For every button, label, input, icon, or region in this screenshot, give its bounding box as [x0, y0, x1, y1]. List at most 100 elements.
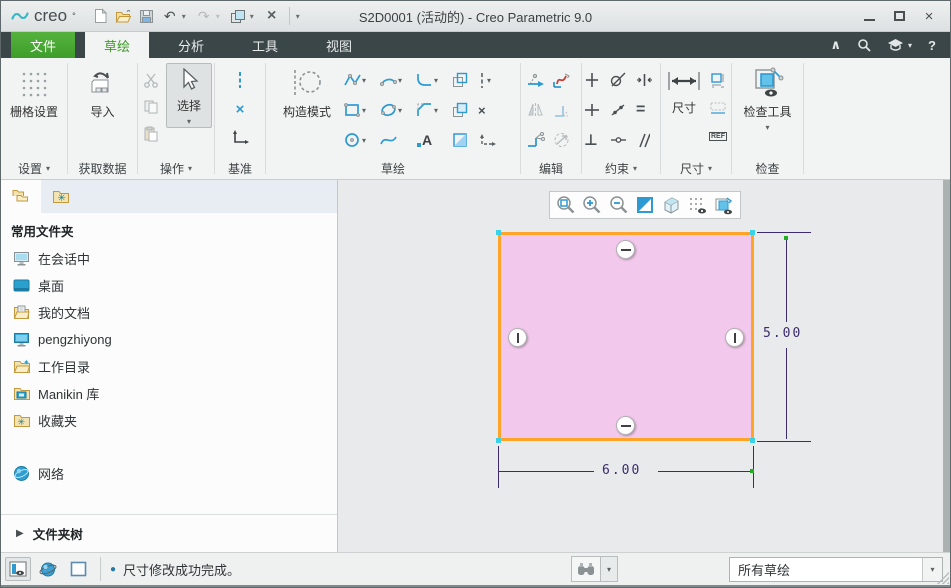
tangent-constraint-button[interactable] [608, 72, 634, 88]
sidebar-item-my-documents[interactable]: 我的文档 [1, 299, 337, 326]
coordinate-system-button[interactable] [229, 128, 251, 148]
perpendicular-constraint-button[interactable]: ⊥ [582, 131, 608, 149]
horizontal-constraint-button[interactable] [582, 102, 608, 118]
undo-dropdown-arrow[interactable]: ▾ [182, 12, 192, 21]
ellipse-dropdown-arrow[interactable]: ▾ [398, 106, 402, 115]
dimension-box-button[interactable] [707, 70, 729, 90]
tab-file[interactable]: 文件 [11, 32, 75, 58]
dim-endpoint-dot[interactable] [784, 236, 788, 240]
zoom-out-button[interactable] [607, 193, 631, 217]
construction-mode-button[interactable]: 构造模式 [278, 63, 336, 120]
vertical-constraint-marker[interactable] [725, 328, 744, 347]
paste-button[interactable] [140, 124, 162, 144]
customize-qat-arrow[interactable]: ▾ [296, 12, 306, 21]
sketch-display-filters-button[interactable] [712, 193, 736, 217]
settings-group-label[interactable]: 设置 ▾ [1, 157, 67, 179]
inspect-tools-button[interactable]: 检查工具 ▾ [736, 63, 800, 132]
centerline-dropdown-arrow[interactable]: ▾ [487, 76, 491, 85]
tab-sketch[interactable]: 草绘 [85, 32, 149, 58]
point-datum-button[interactable]: × [229, 99, 251, 119]
zoom-refit-button[interactable] [554, 193, 578, 217]
sidebar-item-computer[interactable]: pengzhiyong [1, 326, 337, 353]
dimension-group-label[interactable]: 尺寸 ▾ [661, 157, 731, 179]
midpoint-constraint-button[interactable] [634, 73, 660, 87]
chamfer-dropdown-arrow[interactable]: ▾ [434, 106, 438, 115]
redo-dropdown-arrow[interactable]: ▾ [216, 12, 226, 21]
vertex-dot[interactable] [496, 230, 501, 235]
vertex-dot[interactable] [750, 438, 755, 443]
reference-dimension-button[interactable]: REF [707, 126, 729, 146]
modify-button[interactable] [525, 73, 551, 88]
select-button[interactable]: 选择 ▾ [166, 63, 212, 128]
sketch-coordinate-system-button[interactable] [476, 132, 508, 148]
horizontal-constraint-marker[interactable] [616, 416, 635, 435]
tab-tools[interactable]: 工具 [233, 32, 297, 58]
line-chain-button[interactable]: ▾ [342, 72, 378, 88]
delete-segment-button[interactable] [551, 72, 577, 88]
coincident-constraint-button[interactable] [608, 102, 634, 118]
operations-group-label[interactable]: 操作 ▾ [138, 157, 214, 179]
learning-dropdown-arrow[interactable]: ▾ [908, 41, 912, 50]
maximize-button[interactable] [886, 6, 912, 26]
collapse-ribbon-button[interactable]: ∧ [830, 37, 841, 53]
folder-tree-expander[interactable]: ▶ 文件夹树 [1, 515, 337, 552]
sidebar-item-desktop[interactable]: 桌面 [1, 272, 337, 299]
divide-button[interactable] [525, 132, 551, 148]
inspect-dropdown-arrow[interactable]: ▾ [765, 123, 769, 132]
sidebar-item-favorites[interactable]: ✳ 收藏夹 [1, 407, 337, 434]
tab-analysis[interactable]: 分析 [159, 32, 223, 58]
point-button[interactable]: × [476, 103, 508, 118]
sidebar-item-manikin-library[interactable]: Manikin 库 [1, 380, 337, 407]
text-button[interactable]: A [414, 132, 450, 148]
height-dimension-line[interactable] [786, 237, 787, 322]
regenerate-windows-button[interactable] [227, 5, 249, 27]
arc-dropdown-arrow[interactable]: ▾ [398, 76, 402, 85]
save-button[interactable] [136, 5, 158, 27]
mirror-button[interactable] [525, 102, 551, 118]
width-dimension-line[interactable] [498, 471, 594, 472]
import-button[interactable]: 导入 [86, 63, 120, 120]
open-file-button[interactable] [113, 5, 135, 27]
grid-settings-button[interactable]: 栅格设置 [10, 63, 58, 120]
find-dropdown-arrow[interactable]: ▾ [601, 556, 618, 582]
ellipse-button[interactable]: ▾ [378, 102, 414, 118]
circle-button[interactable]: ▾ [342, 132, 378, 148]
learning-connector-icon[interactable] [887, 38, 904, 52]
sidebar-item-working-directory[interactable]: ✦ 工作目录 [1, 353, 337, 380]
new-file-button[interactable] [90, 5, 112, 27]
resize-grip[interactable] [937, 572, 949, 584]
find-button[interactable] [571, 556, 601, 582]
saved-orientations-button[interactable] [659, 193, 683, 217]
select-dropdown-arrow[interactable]: ▾ [187, 117, 191, 126]
vertical-constraint-marker[interactable] [508, 328, 527, 347]
width-dimension-line[interactable] [658, 471, 753, 472]
spline-button[interactable] [378, 132, 414, 148]
copy-button[interactable] [140, 97, 162, 117]
fillet-button[interactable]: ▾ [414, 72, 450, 88]
search-icon[interactable] [857, 38, 871, 52]
close-window-button[interactable]: × [261, 5, 283, 27]
sidebar-item-network[interactable]: 网络 [1, 460, 337, 487]
corner-button[interactable] [551, 102, 577, 118]
height-dimension-value[interactable]: 5.00 [763, 326, 802, 341]
dimension-button[interactable]: 尺寸 [663, 63, 705, 116]
vertex-dot[interactable] [750, 230, 755, 235]
circle-dropdown-arrow[interactable]: ▾ [362, 136, 366, 145]
centerline-datum-button[interactable] [229, 70, 251, 90]
repaint-button[interactable] [633, 193, 657, 217]
undo-button[interactable]: ↶ [159, 5, 181, 27]
symmetric-constraint-button[interactable] [608, 135, 634, 145]
minimize-button[interactable] [856, 6, 882, 26]
line-dropdown-arrow[interactable]: ▾ [362, 76, 366, 85]
windows-dropdown-arrow[interactable]: ▾ [250, 12, 260, 21]
rectangle-button[interactable]: ▾ [342, 102, 378, 118]
rotate-resize-button[interactable] [551, 132, 577, 148]
parallel-constraint-button[interactable] [634, 133, 660, 148]
rectangle-dropdown-arrow[interactable]: ▾ [362, 106, 366, 115]
perimeter-dimension-button[interactable] [707, 98, 729, 118]
close-button[interactable]: × [916, 6, 942, 26]
sidebar-item-in-session[interactable]: 在会话中 [1, 245, 337, 272]
dim-endpoint-dot[interactable] [750, 469, 754, 473]
sketch-canvas[interactable]: 5.00 6.00 [338, 180, 950, 552]
vertical-constraint-button[interactable] [582, 72, 608, 88]
